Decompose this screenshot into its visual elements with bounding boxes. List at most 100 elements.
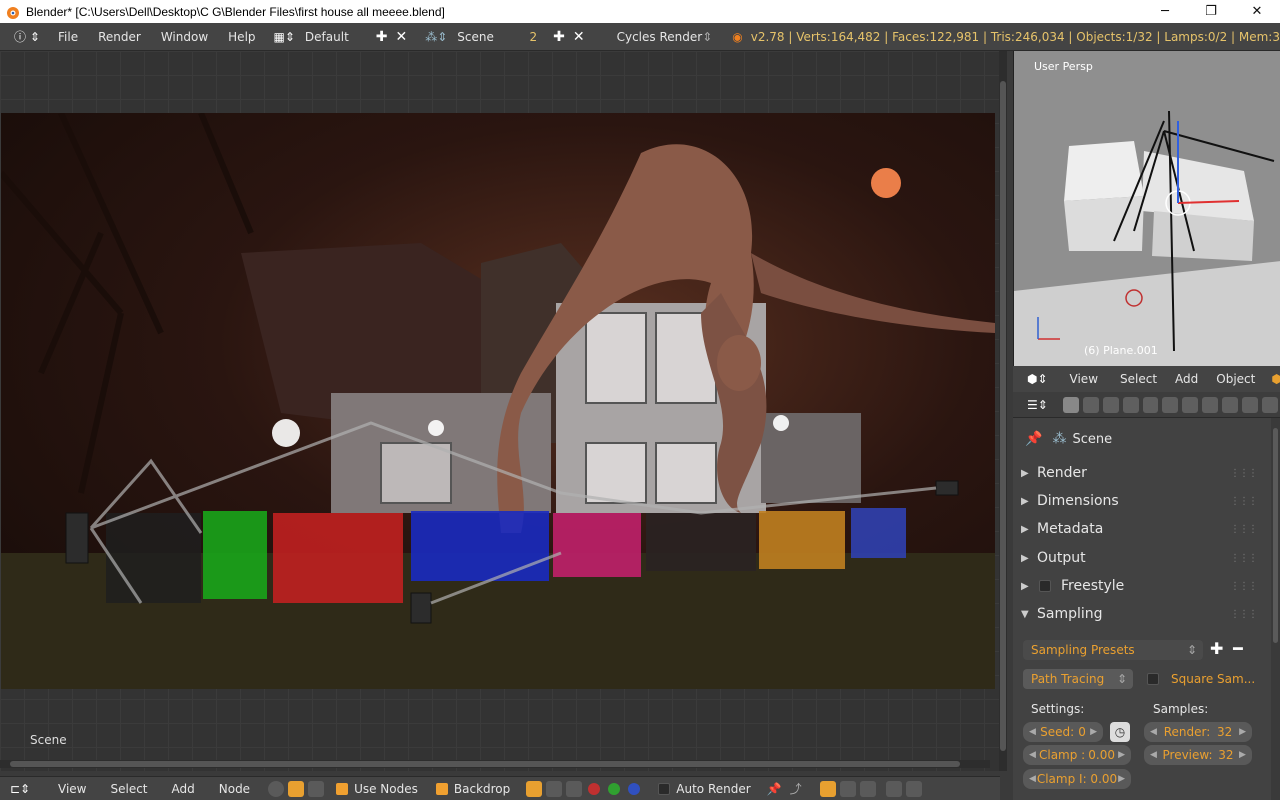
particles-tab-icon[interactable] (1262, 396, 1278, 413)
menu-window[interactable]: Window (151, 30, 218, 44)
sampling-presets-menu[interactable]: Sampling Presets ⇕ (1023, 640, 1203, 660)
preview-samples-value: 32 (1218, 748, 1234, 762)
drag-grip-icon[interactable]: ⋮⋮⋮ (1230, 553, 1258, 564)
3d-viewport[interactable]: User Persp (6) Plane.001 (1013, 51, 1280, 366)
green-channel-icon[interactable] (608, 782, 621, 795)
snap-element-icon[interactable] (839, 780, 856, 797)
viewport-menu-object[interactable]: Object (1208, 372, 1263, 386)
panel-output[interactable]: ▶ Output ⋮⋮⋮ (1021, 545, 1261, 571)
use-nodes-checkbox[interactable] (336, 782, 349, 795)
viewport-menu-add[interactable]: Add (1167, 372, 1206, 386)
panel-metadata[interactable]: ▶ Metadata ⋮⋮⋮ (1021, 516, 1261, 542)
render-samples-field[interactable]: ◀ Render: 32 ▶ (1144, 722, 1252, 742)
backdrop-channels-icon[interactable] (526, 780, 543, 797)
drag-grip-icon[interactable]: ⋮⋮⋮ (1230, 496, 1258, 507)
menu-help[interactable]: Help (218, 30, 265, 44)
chevron-left-icon: ◀ (1150, 727, 1157, 737)
constraints-tab-icon[interactable] (1162, 396, 1179, 413)
texture-tab-icon[interactable] (1242, 396, 1259, 413)
integrator-select[interactable]: Path Tracing ⇕ (1023, 669, 1133, 689)
menu-render[interactable]: Render (88, 30, 151, 44)
compositing-nodes-icon[interactable] (288, 780, 305, 797)
object-mode-icon[interactable]: ⬢ (1271, 372, 1280, 386)
render-engine-select[interactable]: Cycles Render (617, 30, 703, 44)
clamp-indirect-field[interactable]: ◀ Clamp I: 0.00 ▶ (1023, 769, 1131, 789)
world-tab-icon[interactable] (1122, 396, 1139, 413)
render-layers-tab-icon[interactable] (1082, 396, 1099, 413)
pin-context-icon[interactable]: 📌 (1025, 431, 1042, 447)
panel-dimensions[interactable]: ▶ Dimensions ⋮⋮⋮ (1021, 488, 1261, 514)
paste-nodes-icon[interactable] (905, 780, 922, 797)
backdrop-alpha-icon[interactable] (566, 780, 583, 797)
animated-seed-clock-icon[interactable]: ◷ (1110, 722, 1130, 742)
pin-icon[interactable]: 📌 (767, 782, 782, 796)
screen-layout-icon[interactable]: ▦⇕ (274, 30, 295, 44)
auto-render-checkbox[interactable] (658, 782, 671, 795)
square-samples-checkbox[interactable] (1147, 673, 1159, 685)
material-tab-icon[interactable] (1222, 396, 1239, 413)
add-scene-icon[interactable]: ✚ (553, 29, 565, 45)
node-tree-name-label: Scene (30, 733, 67, 747)
node-menu-view[interactable]: View (50, 782, 94, 796)
snap-node-element-icon[interactable] (859, 780, 876, 797)
info-editor-type-icon[interactable]: ⓘ ⇕ (14, 28, 40, 45)
node-editor-horizontal-scrollbar[interactable] (0, 760, 990, 768)
maximize-button[interactable]: ❐ (1188, 0, 1234, 23)
node-menu-node[interactable]: Node (211, 782, 258, 796)
viewport-editor-type-icon[interactable]: ⬢⇕ (1027, 372, 1048, 386)
node-editor-vertical-scrollbar[interactable] (999, 51, 1007, 771)
screen-layout-field[interactable]: Default (305, 30, 372, 44)
freestyle-checkbox[interactable] (1039, 580, 1051, 592)
scene-field[interactable]: Scene (457, 30, 529, 44)
editor-type-icon[interactable]: ⊏⇕ (10, 782, 36, 796)
shader-nodes-icon[interactable] (268, 780, 285, 797)
panel-output-label: Output (1037, 550, 1086, 566)
chevron-updown-icon: ⇕ (702, 29, 713, 44)
remove-screen-icon[interactable]: ✕ (396, 29, 408, 45)
render-tab-icon[interactable] (1062, 396, 1079, 413)
panel-sampling[interactable]: ▼ Sampling ⋮⋮⋮ (1021, 601, 1261, 627)
add-preset-button[interactable]: ✚ (1210, 639, 1223, 658)
scene-tab-icon[interactable] (1102, 396, 1119, 413)
close-button[interactable]: ✕ (1234, 0, 1280, 23)
viewport-menu-view[interactable]: View (1062, 372, 1106, 386)
drag-grip-icon[interactable]: ⋮⋮⋮ (1230, 524, 1258, 535)
copy-nodes-icon[interactable] (885, 780, 902, 797)
viewport-view-label: User Persp (1034, 60, 1093, 73)
drag-grip-icon[interactable]: ⋮⋮⋮ (1230, 609, 1258, 620)
node-menu-select[interactable]: Select (102, 782, 155, 796)
clamp-direct-value: 0.00 (1088, 748, 1115, 762)
properties-editor-type-icon[interactable]: ☰⇕ (1027, 398, 1061, 412)
parent-node-tree-icon[interactable]: ⤴ (790, 780, 802, 797)
node-editor[interactable]: Scene (0, 51, 1000, 771)
scene-icon[interactable]: ⁂⇕ (425, 30, 447, 44)
menu-file[interactable]: File (48, 30, 88, 44)
clamp-direct-field[interactable]: ◀ Clamp : 0.00 ▶ (1023, 745, 1131, 765)
object-tab-icon[interactable] (1142, 396, 1159, 413)
drag-grip-icon[interactable]: ⋮⋮⋮ (1230, 581, 1258, 592)
seed-field[interactable]: ◀ Seed: 0 ▶ (1023, 722, 1103, 742)
samples-label: Samples: (1153, 702, 1209, 716)
preview-samples-field[interactable]: ◀ Preview: 32 ▶ (1144, 745, 1252, 765)
properties-scrollbar[interactable] (1271, 418, 1280, 800)
backdrop-checkbox[interactable] (435, 782, 448, 795)
blender-small-icon: ◉ (732, 29, 743, 44)
modifiers-tab-icon[interactable] (1182, 396, 1199, 413)
data-tab-icon[interactable] (1202, 396, 1219, 413)
alpha-checker-icon[interactable] (546, 780, 563, 797)
remove-scene-icon[interactable]: ✕ (573, 29, 585, 45)
auto-render-label: Auto Render (676, 781, 751, 796)
snap-toggle-icon[interactable] (819, 780, 836, 797)
red-channel-icon[interactable] (588, 782, 601, 795)
texture-nodes-icon[interactable] (308, 780, 325, 797)
minimize-button[interactable]: ─ (1142, 0, 1188, 23)
panel-render[interactable]: ▶ Render ⋮⋮⋮ (1021, 460, 1261, 486)
blue-channel-icon[interactable] (628, 782, 641, 795)
add-screen-icon[interactable]: ✚ (376, 29, 388, 45)
node-menu-add[interactable]: Add (164, 782, 203, 796)
collapsed-triangle-icon: ▶ (1021, 552, 1029, 564)
panel-freestyle[interactable]: ▶ Freestyle ⋮⋮⋮ (1021, 573, 1261, 599)
viewport-menu-select[interactable]: Select (1112, 372, 1165, 386)
remove-preset-button[interactable]: ━ (1233, 639, 1243, 658)
drag-grip-icon[interactable]: ⋮⋮⋮ (1230, 468, 1258, 479)
